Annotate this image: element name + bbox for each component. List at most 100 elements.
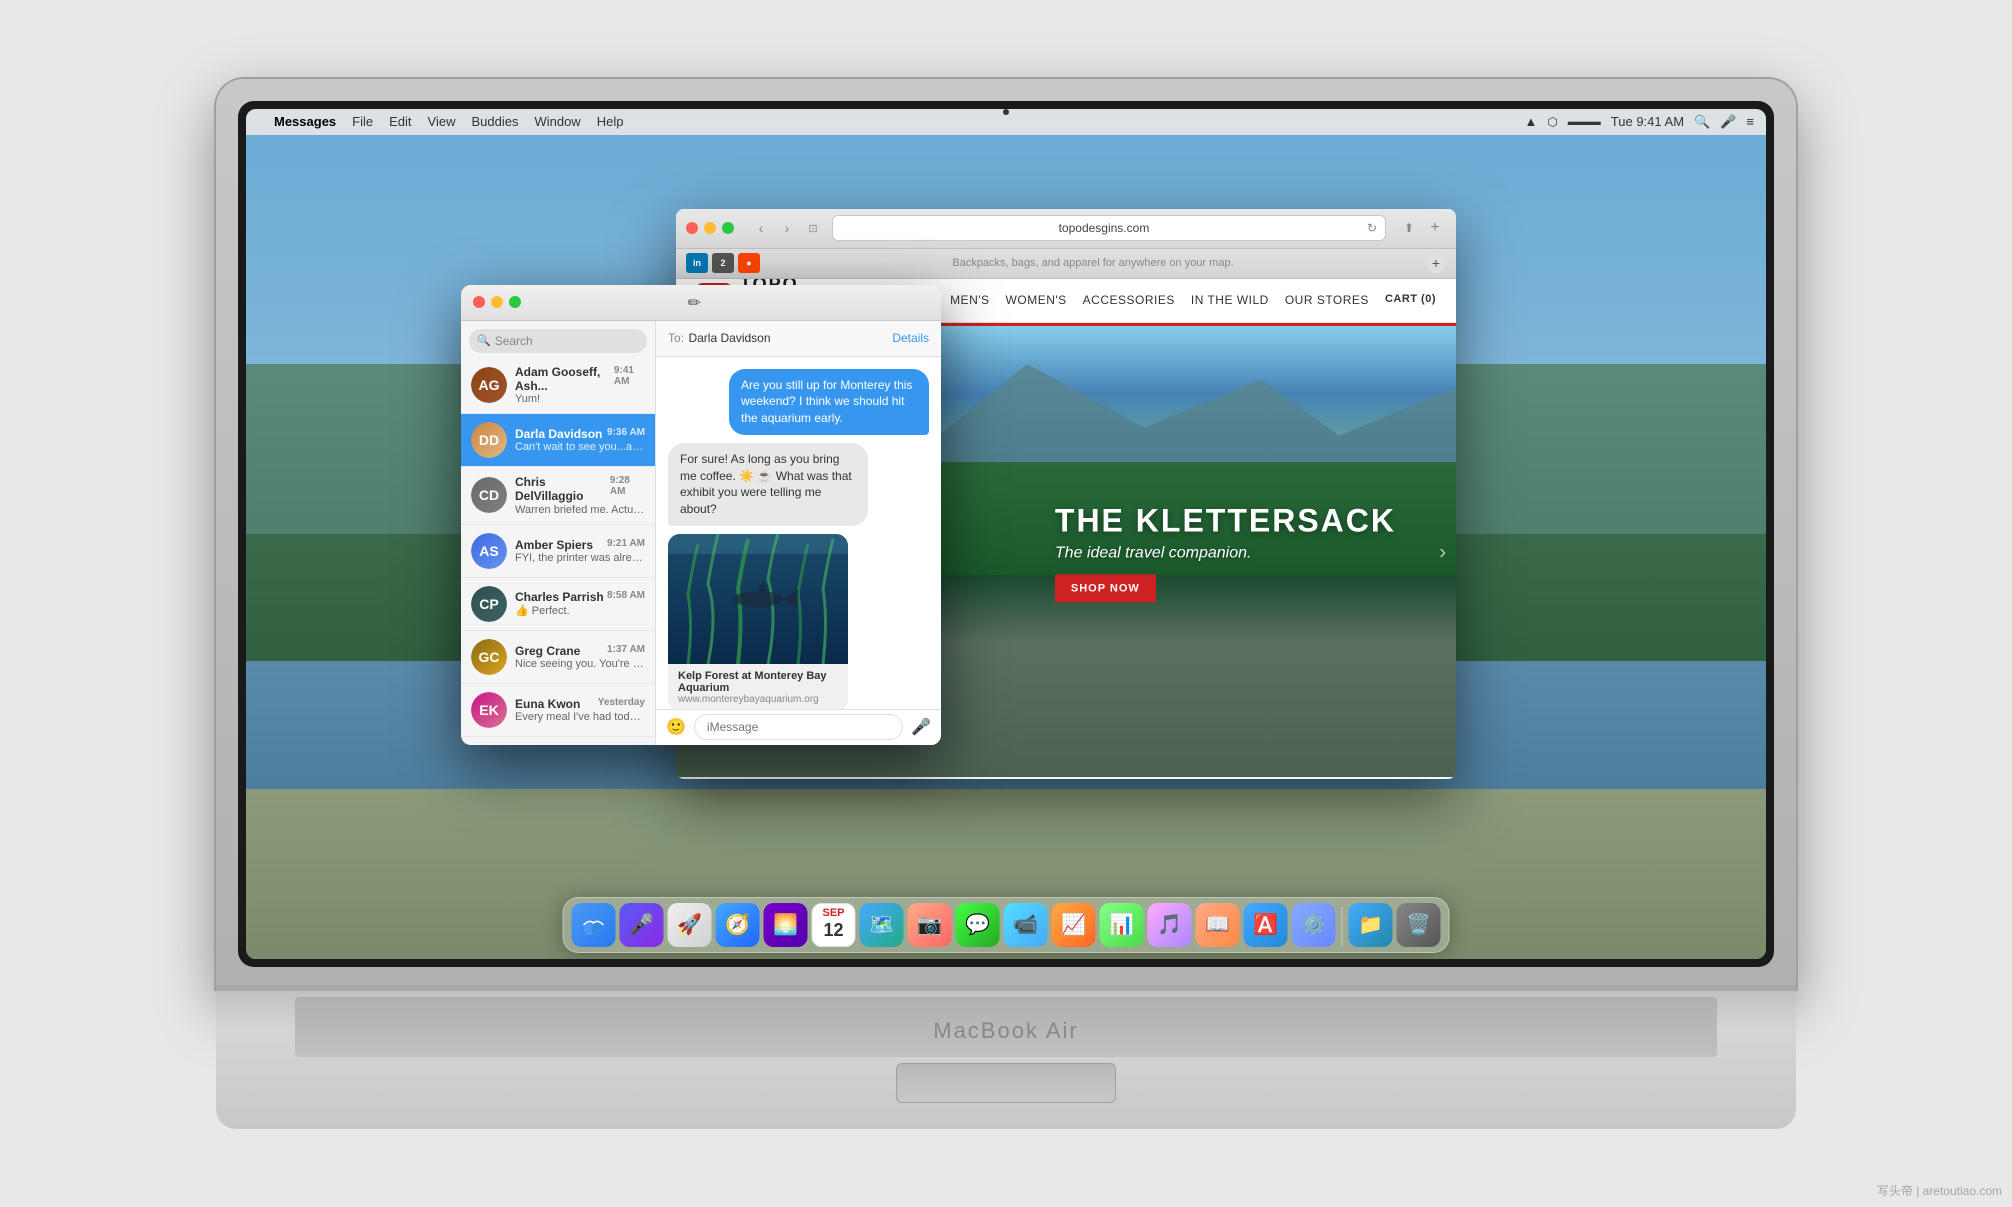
chat-msg-sent-1: Are you still up for Monterey this weeke…: [668, 369, 929, 435]
conversation-item-chris[interactable]: CD Chris DelVillaggio 9:28 AM Warren bri…: [461, 467, 655, 525]
safari-maximize-btn[interactable]: [722, 222, 734, 234]
menubar-app-name[interactable]: Messages: [274, 114, 336, 129]
msg-caption-sub: www.montereybayaquarium.org: [678, 694, 838, 705]
dock-stocks-icon[interactable]: 📈: [1052, 903, 1096, 947]
conversation-item-ryan[interactable]: RC Ryan Carbonetti Yesterday The kids' s…: [461, 737, 655, 745]
conversation-item-charles[interactable]: CP Charles Parrish 8:58 AM 👍 Perfect.: [461, 578, 655, 631]
menubar-file[interactable]: File: [352, 114, 373, 129]
conversation-item-darla[interactable]: DD Darla Davidson 9:36 AM Can't wait to …: [461, 414, 655, 467]
dock-photos-icon[interactable]: 🌅: [764, 903, 808, 947]
conversation-name-darla: Darla Davidson 9:36 AM: [515, 427, 645, 441]
topo-shop-btn[interactable]: SHOP NOW: [1055, 574, 1156, 602]
macbook-trackpad[interactable]: [896, 1063, 1116, 1103]
safari-forward-btn[interactable]: ›: [776, 217, 798, 239]
safari-url-bar[interactable]: topodesgins.com ↻: [832, 215, 1386, 241]
safari-tagline: Backpacks, bags, and apparel for anywher…: [952, 257, 1233, 269]
conversation-item-amber[interactable]: AS Amber Spiers 9:21 AM FYI, the printer…: [461, 525, 655, 578]
avatar-darla: DD: [471, 422, 507, 458]
dock-photos-lib-icon[interactable]: 📷: [908, 903, 952, 947]
messages-minimize-btn[interactable]: [491, 296, 503, 308]
macbook-base: MacBook Air: [216, 989, 1796, 1129]
messages-close-btn[interactable]: [473, 296, 485, 308]
conversation-info-adam: Adam Gooseff, Ash... 9:41 AM Yum!: [515, 365, 645, 405]
chat-msg-image: Kelp Forest at Monterey Bay Aquarium www…: [668, 534, 929, 708]
dock-calendar-icon[interactable]: SEP12: [812, 903, 856, 947]
menubar-view[interactable]: View: [428, 114, 456, 129]
messages-search-bar[interactable]: 🔍 Search: [469, 329, 647, 353]
msg-image-bubble: Kelp Forest at Monterey Bay Aquarium www…: [668, 534, 848, 708]
safari-add-tab-btn[interactable]: +: [1424, 217, 1446, 239]
dock-numbers-icon[interactable]: 📊: [1100, 903, 1144, 947]
avatar-img-amber: AS: [471, 533, 507, 569]
screen: Messages File Edit View Buddies Window H…: [246, 109, 1766, 959]
siri-menubar-icon[interactable]: 🎤: [1720, 114, 1736, 130]
camera-dot: [1003, 109, 1009, 115]
menubar-time: Tue 9:41 AM: [1611, 114, 1684, 129]
dock-trash-icon[interactable]: 🗑️: [1397, 903, 1441, 947]
chat-recipient: Darla Davidson: [688, 331, 770, 345]
avatar-euna: EK: [471, 692, 507, 728]
dock-system-prefs-icon[interactable]: ⚙️: [1292, 903, 1336, 947]
topo-cart[interactable]: CART (0): [1385, 293, 1436, 307]
conversation-item-greg[interactable]: GC Greg Crane 1:37 AM Nice seeing you. Y…: [461, 631, 655, 684]
search-menubar-icon[interactable]: 🔍: [1694, 114, 1710, 130]
safari-bookmark-reddit[interactable]: ●: [738, 253, 760, 273]
messages-maximize-btn[interactable]: [509, 296, 521, 308]
safari-navigation: ‹ › ⊡: [750, 217, 824, 239]
topo-nav-womens[interactable]: WOMEN'S: [1006, 293, 1067, 307]
dock-finder2-icon[interactable]: 📁: [1349, 903, 1393, 947]
safari-titlebar: ‹ › ⊡ topodesgins.com ↻ ⬆ +: [676, 209, 1456, 249]
chat-details-btn[interactable]: Details: [892, 331, 929, 345]
menubar-help[interactable]: Help: [597, 114, 624, 129]
safari-add-bookmark-btn[interactable]: +: [1426, 253, 1446, 273]
dock-finder-icon[interactable]: [572, 903, 616, 947]
msg-image-placeholder: [668, 534, 848, 664]
dock-appstore-icon[interactable]: 🅰️: [1244, 903, 1288, 947]
messages-titlebar: ✏: [461, 285, 941, 321]
safari-back-btn[interactable]: ‹: [750, 217, 772, 239]
safari-minimize-btn[interactable]: [704, 222, 716, 234]
chat-header: To: Darla Davidson Details: [656, 321, 941, 357]
messages-sidebar: 🔍 Search AG Adam Gooseff, Ash...: [461, 321, 656, 745]
safari-bookmark-linkedin[interactable]: in: [686, 253, 708, 273]
chat-to-row: To: Darla Davidson: [668, 329, 771, 347]
conversation-item-adam[interactable]: AG Adam Gooseff, Ash... 9:41 AM Yum!: [461, 357, 655, 414]
audio-input-icon[interactable]: 🎤: [911, 717, 931, 737]
avatar-charles: CP: [471, 586, 507, 622]
safari-bookmark-2[interactable]: 2: [712, 253, 734, 273]
avatar-img-euna: EK: [471, 692, 507, 728]
dock-maps-icon[interactable]: 🗺️: [860, 903, 904, 947]
topo-next-btn[interactable]: ›: [1439, 541, 1446, 564]
safari-close-btn[interactable]: [686, 222, 698, 234]
safari-share-btn[interactable]: ⬆: [1398, 217, 1420, 239]
imessage-input[interactable]: [694, 714, 903, 740]
conversation-item-euna[interactable]: EK Euna Kwon Yesterday Every meal I've h…: [461, 684, 655, 737]
menubar-right: ▲ ⬡ ▬▬▬ Tue 9:41 AM 🔍 🎤 ≡: [1524, 114, 1754, 130]
conversation-name-euna: Euna Kwon Yesterday: [515, 697, 645, 711]
msg-caption-title: Kelp Forest at Monterey Bay Aquarium: [678, 670, 838, 694]
topo-nav-mens[interactable]: MEN'S: [950, 293, 989, 307]
topo-nav-stores[interactable]: OUR STORES: [1285, 293, 1369, 307]
avatar-greg: GC: [471, 639, 507, 675]
dock-safari-icon[interactable]: 🧭: [716, 903, 760, 947]
safari-url-text: topodesgins.com: [841, 221, 1367, 235]
menu-toggle-icon[interactable]: ≡: [1746, 114, 1754, 129]
safari-tabs-btn[interactable]: ⊡: [802, 217, 824, 239]
emoji-input-icon[interactable]: 🙂: [666, 717, 686, 737]
conversation-name-charles: Charles Parrish 8:58 AM: [515, 590, 645, 604]
dock-messages-icon[interactable]: 💬: [956, 903, 1000, 947]
avatar-img-adam: AG: [471, 367, 507, 403]
dock-facetime-icon[interactable]: 📹: [1004, 903, 1048, 947]
topo-nav-accessories[interactable]: ACCESSORIES: [1083, 293, 1175, 307]
dock-siri-icon[interactable]: 🎤: [620, 903, 664, 947]
dock-itunes-icon[interactable]: 🎵: [1148, 903, 1192, 947]
macbook: Messages File Edit View Buddies Window H…: [216, 79, 1796, 1129]
menubar-edit[interactable]: Edit: [389, 114, 411, 129]
dock-books-icon[interactable]: 📖: [1196, 903, 1240, 947]
messages-compose-btn[interactable]: ✏: [688, 293, 701, 313]
safari-refresh-icon[interactable]: ↻: [1367, 221, 1377, 235]
menubar-window[interactable]: Window: [534, 114, 580, 129]
topo-nav-wild[interactable]: IN THE WILD: [1191, 293, 1269, 307]
menubar-buddies[interactable]: Buddies: [471, 114, 518, 129]
dock-launchpad-icon[interactable]: 🚀: [668, 903, 712, 947]
